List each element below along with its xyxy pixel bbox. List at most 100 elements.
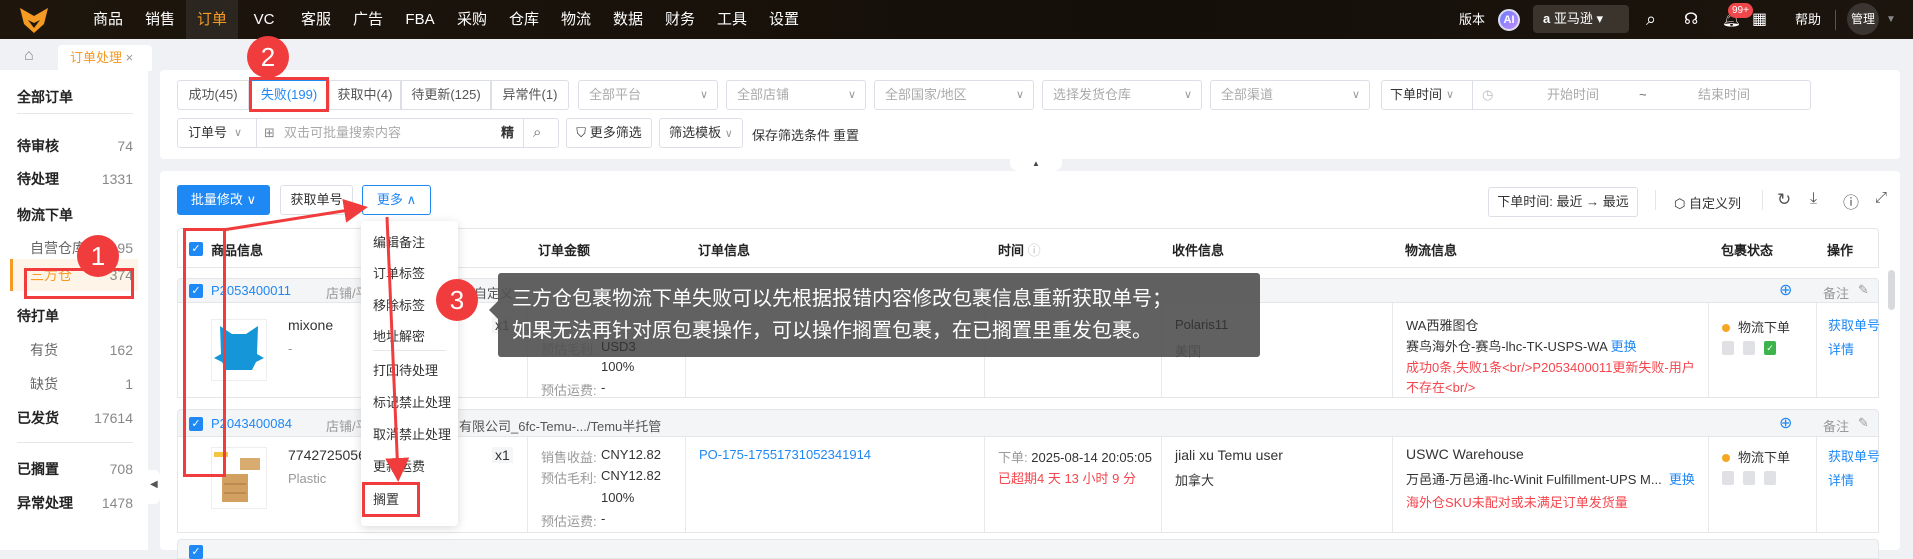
edit-pencil-icon[interactable]: ✎ <box>1858 415 1869 431</box>
date-range-picker[interactable]: 下单时间 ∨ ◷ 开始时间 ~ 结束时间 <box>1381 80 1811 110</box>
user-avatar[interactable]: 管理 <box>1847 3 1879 35</box>
add-circle-icon[interactable]: ⊕ <box>1779 280 1792 300</box>
refresh-icon[interactable]: ↻ <box>1777 190 1791 210</box>
nav-item-products[interactable]: 商品 <box>82 0 134 39</box>
help-link[interactable]: 帮助 <box>1795 0 1821 39</box>
order-checkbox[interactable]: ✓ <box>189 545 203 559</box>
remark-link[interactable]: 备注 <box>1823 283 1849 302</box>
more-button[interactable]: 更多 ∧ <box>362 185 431 215</box>
detail-link[interactable]: 详情 <box>1828 339 1854 358</box>
search-input[interactable]: 双击可批量搜索内容 <box>284 119 401 147</box>
shop-select[interactable]: 全部店铺 ∨ <box>726 80 866 110</box>
nav-item-settings[interactable]: 设置 <box>758 0 810 39</box>
version-link[interactable]: 版本 <box>1459 0 1485 39</box>
nav-item-ads[interactable]: 广告 <box>342 0 394 39</box>
change-channel-link[interactable]: 更换 <box>1669 472 1695 487</box>
status-tab-fetching[interactable]: 获取中(4) <box>329 80 401 110</box>
nav-item-sales[interactable]: 销售 <box>134 0 186 39</box>
status-tab-to-update[interactable]: 待更新(125) <box>401 80 491 110</box>
country-select[interactable]: 全部国家/地区 ∨ <box>874 80 1034 110</box>
home-icon[interactable]: ⌂ <box>24 47 34 65</box>
filter-template-select[interactable]: 筛选模板 ∨ <box>659 118 743 148</box>
reset-link[interactable]: 重置 <box>833 125 859 144</box>
nav-item-orders[interactable]: 订单 <box>186 0 238 39</box>
search-field-select[interactable]: 订单号 <box>188 119 227 147</box>
sidebar-item-all-orders[interactable]: 全部订单 <box>17 86 133 108</box>
menu-item-decrypt-address[interactable]: 地址解密 <box>373 326 425 345</box>
search-icon[interactable]: ⌕ <box>1646 0 1656 39</box>
platform-select-value: 全部平台 <box>589 87 642 102</box>
fullscreen-icon[interactable]: ⤢ <box>1875 189 1887 206</box>
menu-item-update-shipping[interactable]: 更新运费 <box>373 456 425 475</box>
edit-pencil-icon[interactable]: ✎ <box>1858 282 1869 298</box>
detail-link[interactable]: 详情 <box>1828 470 1854 489</box>
sidebar-item-shipped[interactable]: 已发货 17614 <box>17 407 133 429</box>
add-circle-icon[interactable]: ⊕ <box>1779 413 1792 433</box>
ai-button[interactable]: AI <box>1498 9 1520 31</box>
sidebar-item-pending-review[interactable]: 待审核 74 <box>17 135 133 157</box>
warehouse-select[interactable]: 选择发货仓库 ∨ <box>1042 80 1202 110</box>
warehouse-select-value: 选择发货仓库 <box>1053 87 1132 102</box>
nav-item-finance[interactable]: 财务 <box>654 0 706 39</box>
chevron-up-icon: ∧ <box>406 192 417 207</box>
margin-value: 100% <box>601 359 635 374</box>
platform-select[interactable]: 全部平台 ∨ <box>578 80 718 110</box>
save-filter-link[interactable]: 保存筛选条件 <box>752 125 830 144</box>
nav-item-vc[interactable]: VC <box>238 0 290 39</box>
nav-item-fba[interactable]: FBA <box>394 0 446 39</box>
store-selector[interactable]: a 亚马逊 ▾ <box>1533 5 1629 33</box>
get-number-link[interactable]: 获取单号 <box>1828 446 1880 465</box>
end-date-input[interactable]: 结束时间 <box>1698 81 1750 109</box>
tab-order-processing[interactable]: 订单处理 × <box>58 45 152 71</box>
search-icon[interactable]: ⌕ <box>533 119 541 147</box>
sidebar-item-on-hold[interactable]: 已搁置 708 <box>17 458 133 480</box>
headset-icon[interactable]: ☊ <box>1684 0 1698 39</box>
nav-item-service[interactable]: 客服 <box>290 0 342 39</box>
get-number-link[interactable]: 获取单号 <box>1828 315 1880 334</box>
sidebar-item-pending[interactable]: 待处理 1331 <box>17 168 133 190</box>
channel-select[interactable]: 全部渠道 ∨ <box>1210 80 1370 110</box>
download-icon[interactable]: ⤓ <box>1810 190 1817 208</box>
custom-columns-button[interactable]: ⬡ 自定义列 <box>1674 193 1741 212</box>
menu-item-remove-tag[interactable]: 移除标签 <box>373 295 425 314</box>
platform-order-link[interactable]: PO-175-17551731052341914 <box>699 447 871 462</box>
menu-item-cancel-forbidden[interactable]: 取消禁止处理 <box>373 424 451 443</box>
sort-button[interactable]: 下单时间: 最近 → 最远 <box>1488 187 1638 217</box>
time-type-select[interactable]: 下单时间 <box>1390 81 1442 109</box>
help-circle-icon[interactable]: ⓘ <box>1843 189 1859 213</box>
remark-link[interactable]: 备注 <box>1823 416 1849 435</box>
column-header-recipient: 收件信息 <box>1172 243 1225 258</box>
nav-item-logistics[interactable]: 物流 <box>550 0 602 39</box>
sidebar-collapse-handle[interactable]: ◀ <box>148 470 160 504</box>
more-filters-button[interactable]: ⛉ 更多筛选 <box>566 118 652 148</box>
change-channel-link[interactable]: 更换 <box>1611 339 1637 354</box>
batch-grid-icon[interactable]: ⊞ <box>264 119 275 147</box>
print-label-icon <box>1722 341 1734 355</box>
nav-item-data[interactable]: 数据 <box>602 0 654 39</box>
scrollbar[interactable] <box>1888 270 1895 310</box>
question-icon[interactable]: ⓘ <box>1028 243 1041 258</box>
sidebar-item-exceptions[interactable]: 异常处理 1478 <box>17 492 133 514</box>
sidebar-item-out-of-stock[interactable]: 缺货 1 <box>30 373 133 395</box>
sidebar-item-in-stock[interactable]: 有货 162 <box>30 339 133 361</box>
start-date-input[interactable]: 开始时间 <box>1547 81 1599 109</box>
menu-item-order-tag[interactable]: 订单标签 <box>373 263 425 282</box>
batch-edit-button[interactable]: 批量修改 ∨ <box>177 185 270 215</box>
menu-item-return-pending[interactable]: 打回待处理 <box>373 360 438 379</box>
collapse-filters-toggle[interactable]: ▲ <box>1010 159 1062 171</box>
menu-item-mark-forbidden[interactable]: 标记禁止处理 <box>373 392 451 411</box>
nav-item-purchase[interactable]: 采购 <box>446 0 498 39</box>
tab-close-icon[interactable]: × <box>126 50 134 65</box>
nav-item-warehouse[interactable]: 仓库 <box>498 0 550 39</box>
get-number-button[interactable]: 获取单号 <box>280 185 353 215</box>
nav-item-tools[interactable]: 工具 <box>706 0 758 39</box>
exact-match-toggle[interactable]: 精 <box>501 119 514 147</box>
status-tab-abnormal[interactable]: 异常件(1) <box>491 80 569 110</box>
sidebar-item-to-print[interactable]: 待打单 <box>17 305 133 327</box>
fox-logo-icon[interactable] <box>14 6 54 34</box>
user-menu-caret-icon[interactable]: ▼ <box>1886 0 1896 39</box>
status-tab-success[interactable]: 成功(45) <box>177 80 249 110</box>
sidebar-item-logistics-order[interactable]: 物流下单 <box>17 204 133 226</box>
menu-item-edit-remark[interactable]: 编辑备注 <box>373 232 425 251</box>
apps-grid-icon[interactable]: ▦ <box>1752 0 1767 39</box>
